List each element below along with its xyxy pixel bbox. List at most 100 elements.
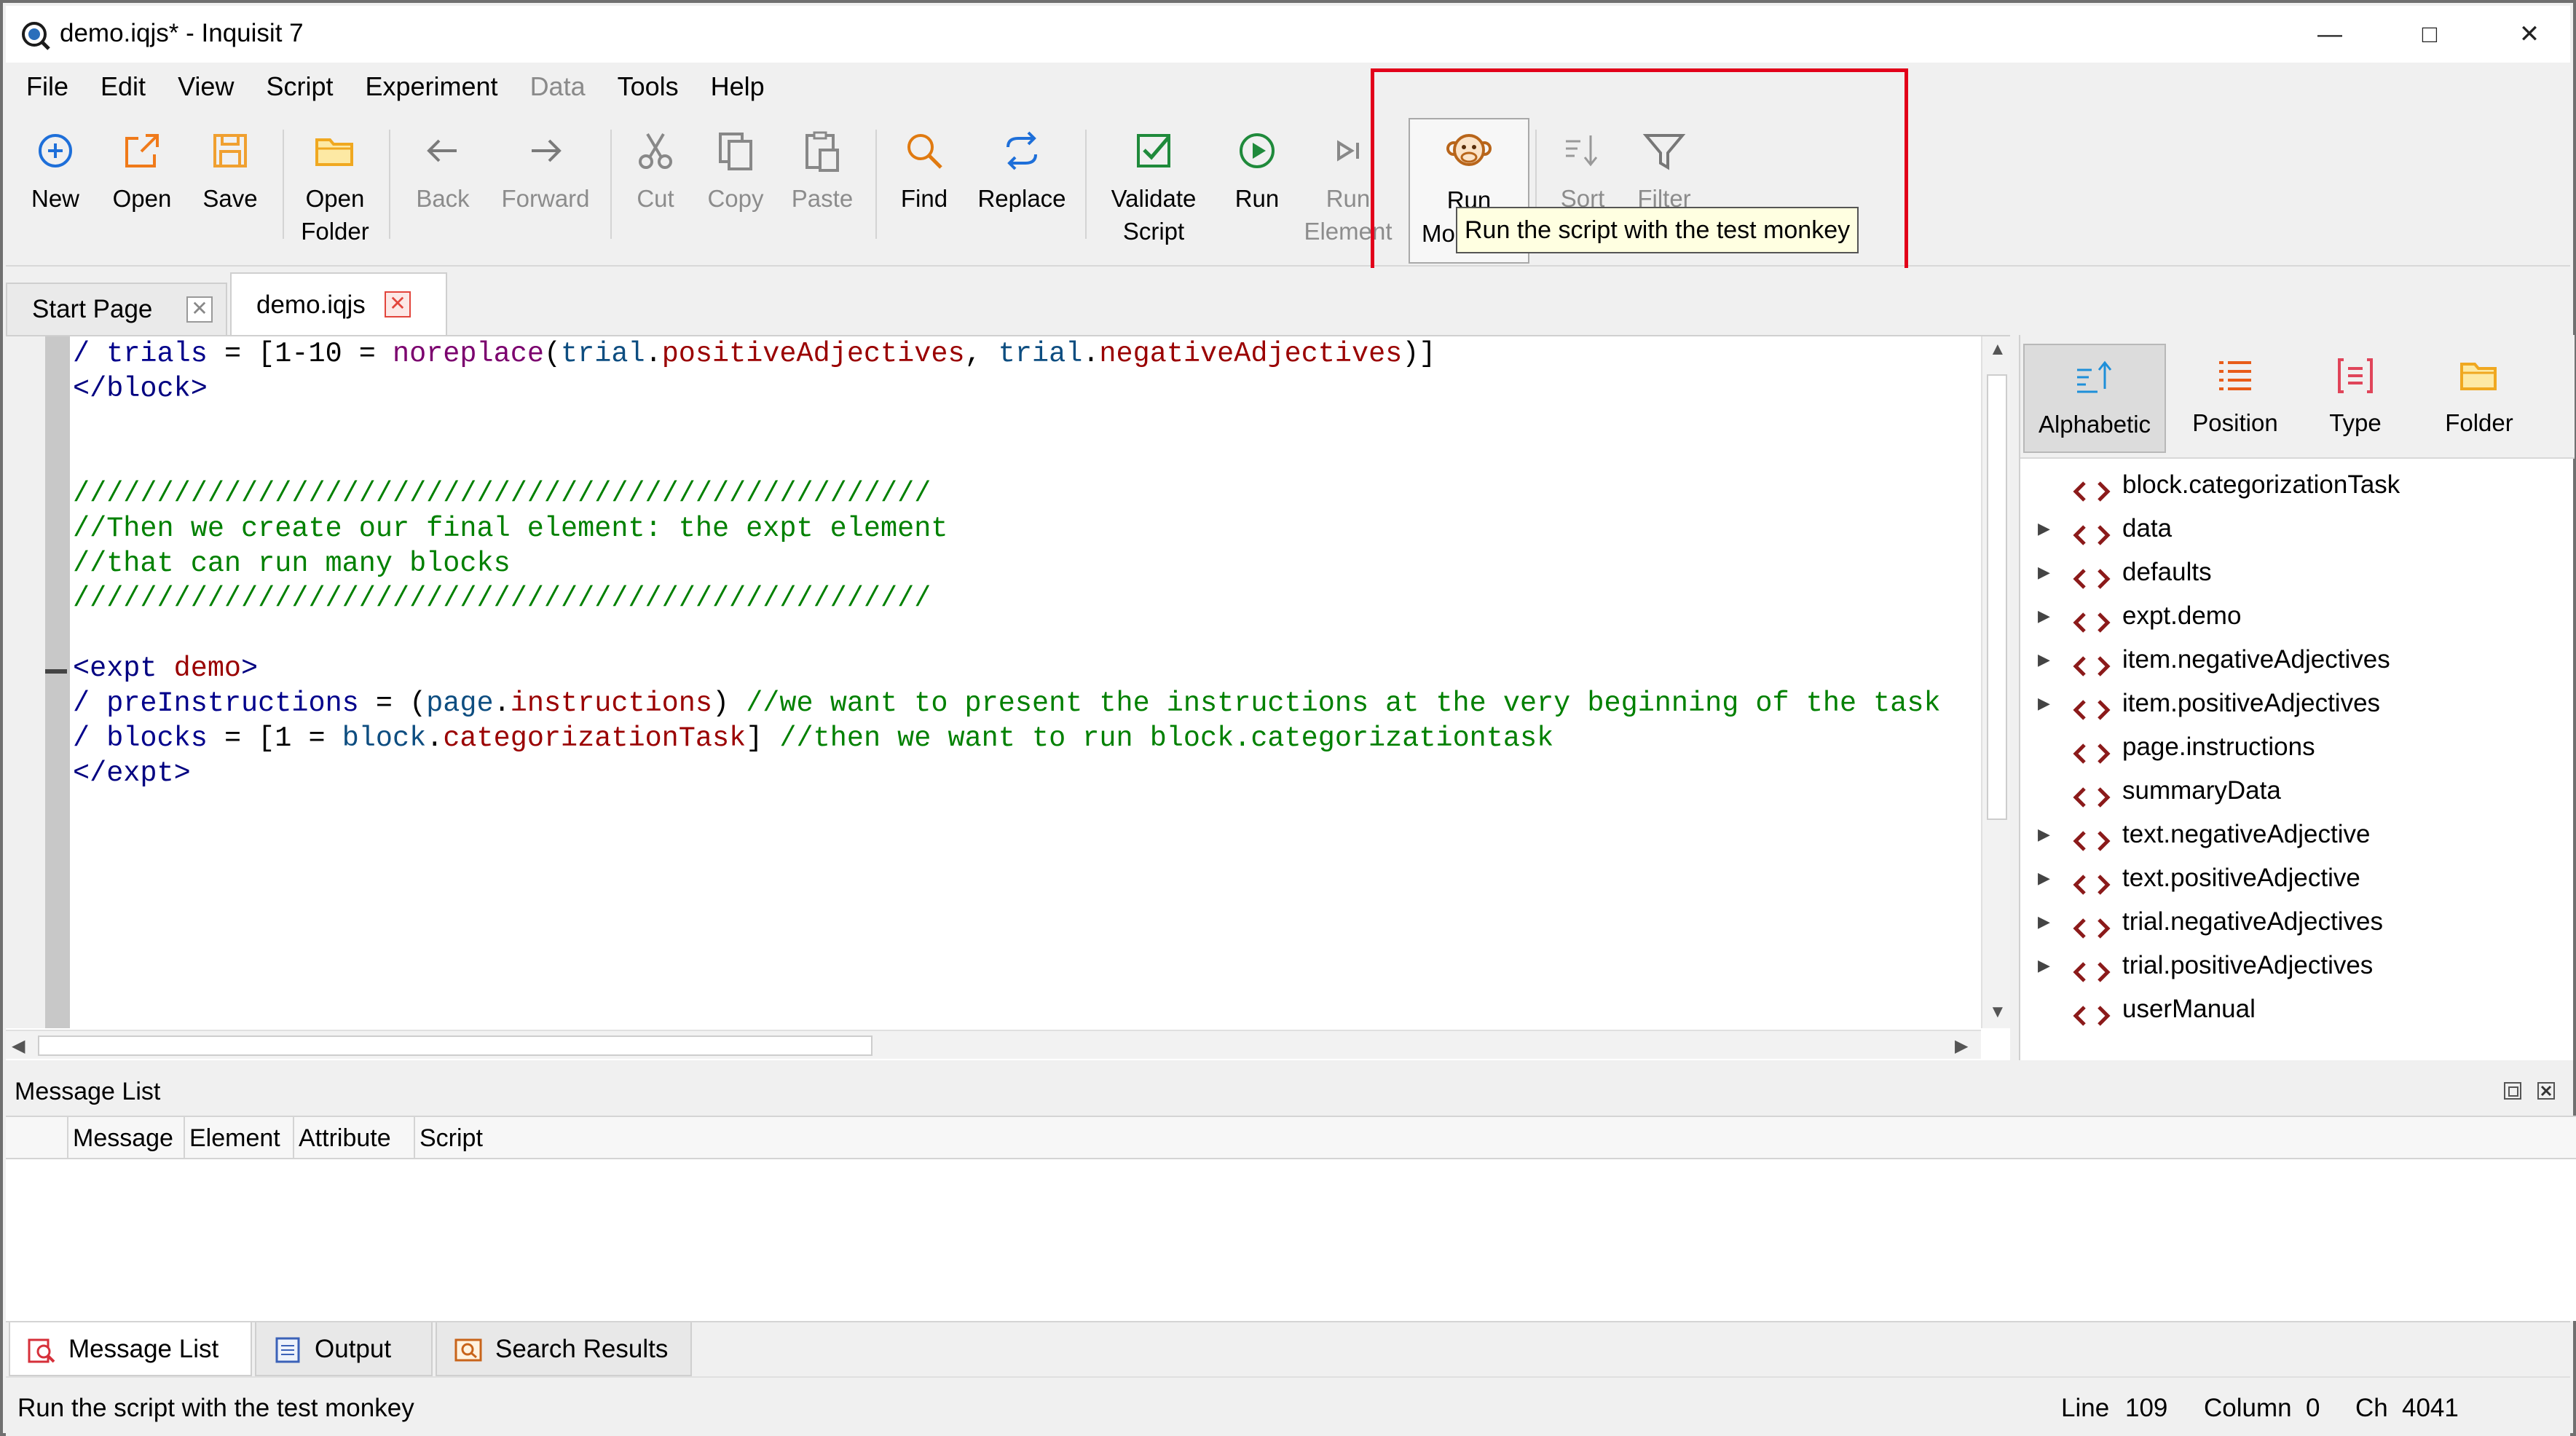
code-line[interactable] [73, 406, 1941, 441]
code-token: //then we want to run block.categorizati… [779, 722, 1554, 754]
minimize-button[interactable]: — [2279, 6, 2381, 63]
find-button[interactable]: Find [884, 118, 964, 264]
message-list-grid[interactable]: Message Element Attribute Script [6, 1116, 2576, 1321]
column-element[interactable]: Element [184, 1117, 294, 1159]
tree-item[interactable]: ▶ item.negativeAdjectives [2020, 638, 2575, 682]
scroll-right-icon[interactable]: ▶ [1955, 1035, 1968, 1057]
tree-item[interactable]: page.instructions [2020, 725, 2575, 769]
tree-item[interactable]: summaryData [2020, 769, 2575, 813]
code-token: blocks [106, 722, 208, 754]
expand-arrow-icon[interactable]: ▶ [2038, 551, 2050, 594]
code-line[interactable]: / preInstructions = (page.instructions) … [73, 686, 1941, 721]
cut-button[interactable]: Cut [619, 118, 692, 264]
tab-demo[interactable]: demo.iqjs ✕ [230, 272, 447, 335]
new-button[interactable]: New [16, 118, 95, 264]
code-line[interactable]: <expt demo> [73, 651, 1941, 686]
back-button[interactable]: Back [399, 118, 487, 264]
tree-item[interactable]: ▶ trial.positiveAdjectives [2020, 944, 2575, 987]
code-line[interactable]: / blocks = [1 = block.categorizationTask… [73, 721, 1941, 756]
column-script[interactable]: Script [414, 1117, 2576, 1159]
tree-item[interactable]: block.categorizationTask [2020, 463, 2575, 507]
code-token: > [241, 652, 259, 685]
expand-arrow-icon[interactable]: ▶ [2038, 856, 2050, 900]
editor-vertical-scrollbar[interactable]: ▲ ▼ [1981, 336, 2010, 1028]
tree-item[interactable]: ▶ item.positiveAdjectives [2020, 682, 2575, 725]
tree-item[interactable]: ▶ text.positiveAdjective [2020, 856, 2575, 900]
column-message[interactable]: Message [67, 1117, 186, 1159]
column-attribute[interactable]: Attribute [293, 1117, 414, 1159]
replace-button[interactable]: Replace [972, 118, 1072, 264]
menu-experiment[interactable]: Experiment [365, 71, 497, 102]
validate-script-button[interactable]: Validate Script [1095, 118, 1212, 264]
paste-button[interactable]: Paste [782, 118, 862, 264]
validate-script-label: Validate Script [1111, 185, 1197, 245]
expand-arrow-icon[interactable]: ▶ [2038, 507, 2050, 551]
restore-pane-icon[interactable] [2502, 1081, 2523, 1101]
tab-start-page[interactable]: Start Page ✕ [6, 283, 227, 335]
expand-arrow-icon[interactable]: ▶ [2038, 813, 2050, 856]
maximize-button[interactable]: □ [2379, 6, 2481, 63]
code-line[interactable]: </block> [73, 371, 1941, 406]
close-window-button[interactable]: ✕ [2478, 6, 2576, 63]
tree-item[interactable]: ▶ data [2020, 507, 2575, 551]
tree-item[interactable]: userManual [2020, 987, 2575, 1031]
tab-search-results[interactable]: Search Results [436, 1322, 692, 1376]
scroll-thumb[interactable] [38, 1035, 873, 1056]
code-editor[interactable]: / trials = [1-10 = noreplace(trial.posit… [6, 335, 2010, 1060]
run-button[interactable]: Run [1219, 118, 1295, 264]
menu-help[interactable]: Help [711, 71, 765, 102]
expand-arrow-icon[interactable]: ▶ [2038, 682, 2050, 725]
open-folder-button[interactable]: Open Folder [291, 118, 379, 264]
forward-button[interactable]: Forward [494, 118, 597, 264]
editor-horizontal-scrollbar[interactable]: ◀ ▶ [6, 1030, 1981, 1059]
sort-type-button[interactable]: Type [2304, 344, 2406, 453]
scroll-down-icon[interactable]: ▼ [1989, 1002, 2006, 1022]
expand-arrow-icon[interactable]: ▶ [2038, 900, 2050, 944]
sort-alphabetic-button[interactable]: Alphabetic [2023, 344, 2166, 453]
code-token: . [645, 338, 662, 370]
menu-view[interactable]: View [178, 71, 234, 102]
scroll-up-icon[interactable]: ▲ [1989, 339, 2006, 360]
tree-item[interactable]: ▶ expt.demo [2020, 594, 2575, 638]
code-line[interactable]: ////////////////////////////////////////… [73, 476, 1941, 511]
scroll-left-icon[interactable]: ◀ [12, 1035, 25, 1057]
menu-tools[interactable]: Tools [618, 71, 679, 102]
close-pane-icon[interactable] [2536, 1081, 2556, 1101]
tab-output-label: Output [315, 1335, 392, 1363]
copy-button[interactable]: Copy [698, 118, 773, 264]
fold-collapse-icon[interactable] [45, 669, 67, 674]
code-line[interactable]: / trials = [1-10 = noreplace(trial.posit… [73, 336, 1941, 371]
tree-item[interactable]: ▶ text.negativeAdjective [2020, 813, 2575, 856]
menu-edit[interactable]: Edit [101, 71, 146, 102]
code-line[interactable]: //Then we create our final element: the … [73, 511, 1941, 546]
expand-arrow-icon[interactable]: ▶ [2038, 944, 2050, 987]
code-line[interactable] [73, 616, 1941, 651]
tree-item-label: defaults [2122, 558, 2212, 586]
expand-arrow-icon[interactable]: ▶ [2038, 638, 2050, 682]
scroll-thumb[interactable] [1987, 374, 2007, 820]
tree-item-label: trial.positiveAdjectives [2122, 951, 2374, 979]
close-icon[interactable]: ✕ [186, 296, 213, 323]
status-ch-label: Ch [2355, 1394, 2388, 1422]
code-line[interactable]: //that can run many blocks [73, 546, 1941, 581]
tab-message-list[interactable]: Message List [9, 1322, 252, 1376]
menu-script[interactable]: Script [266, 71, 333, 102]
sort-position-button[interactable]: Position [2173, 344, 2297, 453]
toolbar-separator [875, 130, 877, 239]
open-button[interactable]: Open [102, 118, 182, 264]
close-icon[interactable]: ✕ [385, 291, 411, 317]
sort-folder-button[interactable]: Folder [2414, 344, 2545, 453]
expand-arrow-icon[interactable]: ▶ [2038, 594, 2050, 638]
tab-output[interactable]: Output [255, 1322, 433, 1376]
code-line[interactable] [73, 441, 1941, 476]
menu-data[interactable]: Data [530, 71, 586, 102]
tree-item[interactable]: ▶ defaults [2020, 551, 2575, 594]
menu-file[interactable]: File [26, 71, 68, 102]
code-text[interactable]: / trials = [1-10 = noreplace(trial.posit… [73, 336, 1941, 791]
code-line[interactable]: ////////////////////////////////////////… [73, 581, 1941, 616]
highlight-annotation-box [1371, 68, 1908, 291]
code-line[interactable]: </expt> [73, 756, 1941, 791]
save-button[interactable]: Save [191, 118, 269, 264]
tree-item[interactable]: ▶ trial.negativeAdjectives [2020, 900, 2575, 944]
position-list-icon [2219, 361, 2251, 390]
